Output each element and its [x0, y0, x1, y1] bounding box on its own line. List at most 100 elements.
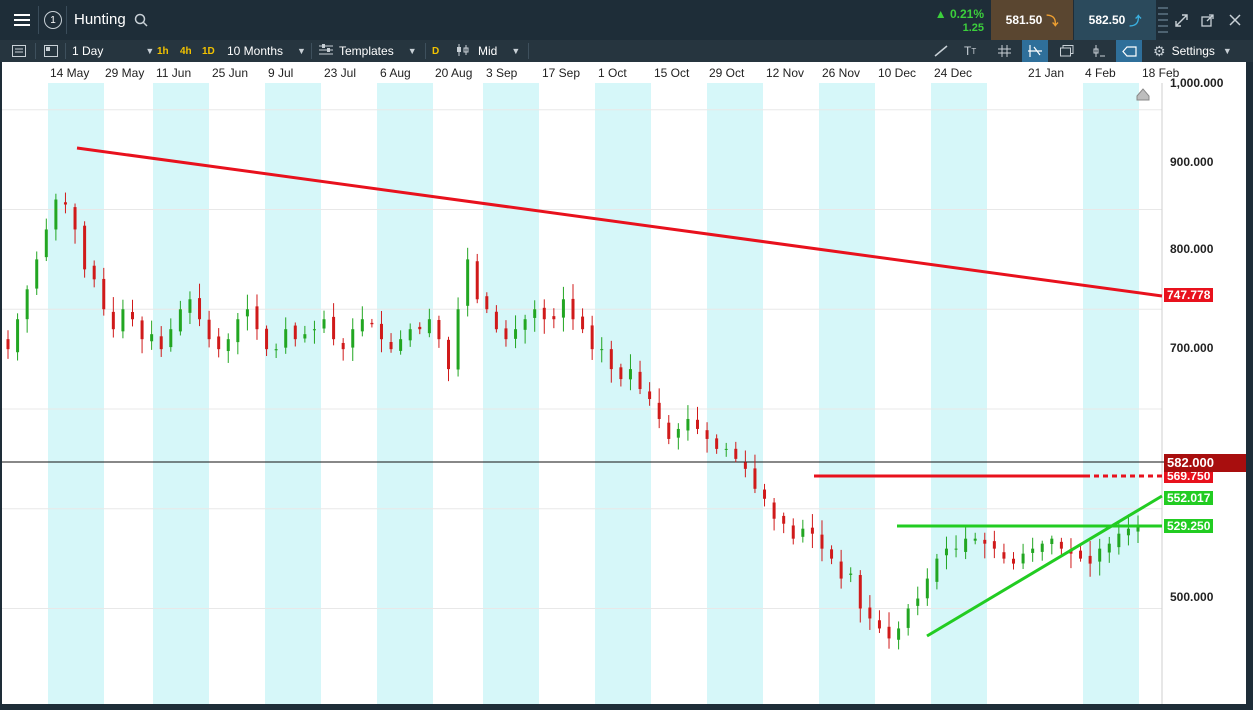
sell-button[interactable]: 581.50 ⤵ — [991, 0, 1073, 40]
layers-icon[interactable] — [1060, 40, 1074, 62]
chevron-down-icon: ▼ — [511, 46, 521, 56]
date-label: 21 Jan — [1028, 66, 1065, 80]
candle-body — [494, 311, 498, 330]
indicator-icon[interactable] — [1092, 40, 1106, 62]
popout-icon[interactable] — [1198, 0, 1216, 40]
candle-body — [370, 322, 374, 325]
candle-body — [992, 541, 996, 549]
candle-body — [111, 311, 115, 330]
chevron-down-icon: ▼ — [407, 46, 417, 56]
search-icon[interactable] — [132, 0, 150, 40]
candle-body — [868, 607, 872, 619]
buy-arrow-icon: ⤴ — [1129, 13, 1142, 28]
candle-body — [255, 306, 259, 330]
candle-body — [935, 558, 939, 582]
candle-body — [830, 549, 834, 559]
candle-body — [274, 349, 278, 351]
candle-body — [418, 326, 422, 330]
instrument-title: Hunting — [74, 11, 126, 28]
candle-body — [648, 391, 652, 400]
templates-dropdown[interactable]: Templates ▼ — [319, 40, 417, 62]
candle-body — [351, 329, 355, 348]
date-label: 15 Oct — [654, 66, 690, 80]
candle-body — [561, 299, 565, 318]
candle-body — [63, 202, 67, 205]
step-badge[interactable]: 1 — [42, 0, 64, 40]
candle-body — [159, 336, 163, 350]
menu-icon[interactable] — [10, 0, 34, 40]
candle-body — [1002, 552, 1006, 559]
draw-line-icon[interactable] — [934, 40, 948, 62]
grid-icon[interactable] — [998, 40, 1011, 62]
candle-body — [705, 430, 709, 439]
candle-body — [83, 225, 87, 270]
label-tool-icon[interactable] — [1116, 40, 1142, 62]
candle-body — [676, 428, 680, 438]
support-horizontal-tag: 529.250 — [1164, 519, 1214, 533]
chevron-down-icon: ▼ — [145, 46, 155, 56]
date-label: 26 Nov — [822, 66, 861, 80]
date-label: 24 Dec — [934, 66, 973, 80]
candle-body — [73, 207, 77, 230]
candle-body — [571, 298, 575, 320]
candle-body — [619, 367, 623, 380]
candle-body — [1012, 558, 1016, 564]
candle-body — [198, 298, 202, 320]
chart-toolbar: 1 Day ▼ 1h 4h 1D 10 Months ▼ Templates ▼ D … — [0, 40, 1253, 62]
settings-button[interactable]: ⚙ Settings ▼ — [1153, 40, 1232, 62]
candle-body — [810, 527, 814, 534]
drag-handle-icon[interactable] — [1156, 0, 1170, 40]
close-icon[interactable] — [1226, 0, 1244, 40]
date-label: 9 Jul — [268, 66, 294, 80]
expand-icon[interactable] — [1172, 0, 1190, 40]
y-label-800: 800.000 — [1170, 242, 1214, 256]
candle-body — [782, 515, 786, 524]
candle-body — [265, 328, 269, 350]
price-type-dropdown[interactable]: Mid ▼ — [456, 40, 520, 62]
candle-body — [379, 323, 383, 340]
candle-body — [973, 538, 977, 541]
candle-body — [734, 448, 738, 459]
candle-body — [293, 325, 297, 340]
candle-body — [686, 418, 690, 431]
interval-4h[interactable]: 4h — [180, 40, 192, 62]
interval-1h[interactable]: 1h — [157, 40, 169, 62]
crosshair-tool-icon[interactable] — [1022, 40, 1048, 62]
candle-body — [628, 369, 632, 380]
date-stripe — [377, 62, 433, 704]
date-stripe — [707, 62, 763, 704]
candle-body — [130, 312, 134, 320]
date-label: 12 Nov — [766, 66, 805, 80]
candle-body — [44, 229, 48, 258]
interval-1d[interactable]: 1D — [202, 40, 215, 62]
candle-body — [925, 578, 929, 599]
date-label: 29 May — [105, 66, 145, 80]
list-icon[interactable] — [12, 40, 26, 62]
interval-dropdown[interactable]: 1 Day ▼ — [72, 40, 154, 62]
price-chart[interactable] — [0, 62, 1253, 710]
candle-body — [504, 328, 508, 340]
frame-bottom — [0, 704, 1253, 710]
candle-body — [150, 334, 154, 342]
candle-body — [954, 548, 958, 550]
date-label: 1 Oct — [598, 66, 627, 80]
date-stripe — [265, 62, 321, 704]
candle-body — [16, 319, 20, 353]
candle-body — [236, 319, 240, 343]
date-stripe — [483, 62, 539, 704]
range-dropdown[interactable]: 10 Months ▼ — [227, 40, 306, 62]
candle-body — [609, 349, 613, 370]
candle-body — [1040, 543, 1044, 552]
candle-body — [389, 342, 393, 350]
date-label: 17 Sep — [542, 66, 581, 80]
d-button[interactable]: D — [432, 40, 439, 62]
text-tool-icon[interactable]: TT — [964, 40, 976, 62]
layout-icon[interactable] — [44, 40, 58, 62]
candle-body — [791, 525, 795, 539]
y-label-700: 700.000 — [1170, 341, 1214, 355]
candle-body — [523, 319, 527, 330]
candle-body — [456, 309, 460, 370]
candle-body — [858, 575, 862, 609]
candle-body — [1088, 555, 1092, 564]
buy-button[interactable]: 582.50 ⤴ — [1074, 0, 1156, 40]
